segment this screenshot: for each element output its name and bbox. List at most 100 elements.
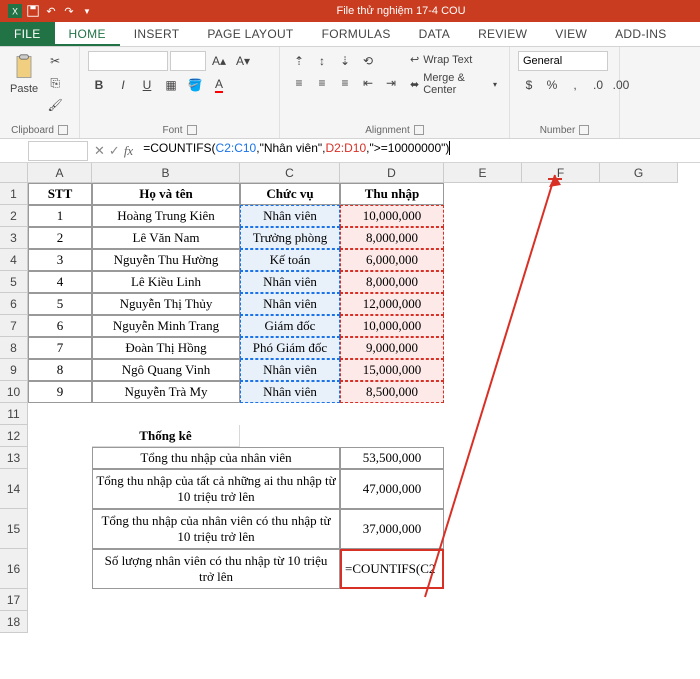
fill-color-icon[interactable]: 🪣: [184, 75, 206, 95]
row-header-2[interactable]: 2: [0, 205, 28, 227]
row-header-11[interactable]: 11: [0, 403, 28, 425]
cell-A5[interactable]: 4: [28, 271, 92, 293]
cell-B16[interactable]: Số lượng nhân viên có thu nhập từ 10 tri…: [92, 549, 340, 589]
font-name-select[interactable]: [88, 51, 168, 71]
tab-add-ins[interactable]: ADD-INS: [601, 22, 680, 46]
row-header-16[interactable]: 16: [0, 549, 28, 589]
tab-formulas[interactable]: FORMULAS: [308, 22, 405, 46]
cell-C2[interactable]: Nhân viên: [240, 205, 340, 227]
align-left-icon[interactable]: ≡: [288, 73, 310, 93]
row-header-9[interactable]: 9: [0, 359, 28, 381]
cell-C5[interactable]: Nhân viên: [240, 271, 340, 293]
decrease-font-icon[interactable]: A▾: [232, 51, 254, 71]
align-bottom-icon[interactable]: ⇣: [334, 51, 356, 71]
row-header-3[interactable]: 3: [0, 227, 28, 249]
col-header-F[interactable]: F: [522, 163, 600, 183]
enter-icon[interactable]: ✓: [109, 143, 120, 159]
font-size-select[interactable]: [170, 51, 206, 71]
align-top-icon[interactable]: ⇡: [288, 51, 310, 71]
formula-input[interactable]: =COUNTIFS(C2:C10,"Nhân viên",D2:D10,">=1…: [139, 141, 700, 161]
cell-D7[interactable]: 10,000,000: [340, 315, 444, 337]
row-header-1[interactable]: 1: [0, 183, 28, 205]
cell-B7[interactable]: Nguyễn Minh Trang: [92, 315, 240, 337]
cell-D4[interactable]: 6,000,000: [340, 249, 444, 271]
cell-D10[interactable]: 8,500,000: [340, 381, 444, 403]
tab-view[interactable]: VIEW: [541, 22, 601, 46]
cell-B14[interactable]: Tổng thu nhập của tất cả những ai thu nh…: [92, 469, 340, 509]
percent-icon[interactable]: %: [541, 75, 563, 95]
increase-font-icon[interactable]: A▴: [208, 51, 230, 71]
copy-icon[interactable]: ⎘: [44, 73, 66, 93]
italic-icon[interactable]: I: [112, 75, 134, 95]
qat-dropdown-icon[interactable]: ▼: [80, 4, 94, 18]
col-header-B[interactable]: B: [92, 163, 240, 183]
cell-B3[interactable]: Lê Văn Nam: [92, 227, 240, 249]
cell-C4[interactable]: Kế toán: [240, 249, 340, 271]
cell-A2[interactable]: 1: [28, 205, 92, 227]
row-header-10[interactable]: 10: [0, 381, 28, 403]
underline-icon[interactable]: U: [136, 75, 158, 95]
name-box[interactable]: [28, 141, 88, 161]
col-header-E[interactable]: E: [444, 163, 522, 183]
cell-B13[interactable]: Tổng thu nhập của nhân viên: [92, 447, 340, 469]
cell-D6[interactable]: 12,000,000: [340, 293, 444, 315]
cell-D5[interactable]: 8,000,000: [340, 271, 444, 293]
cell-A1[interactable]: STT: [28, 183, 92, 205]
row-header-5[interactable]: 5: [0, 271, 28, 293]
cell-A8[interactable]: 7: [28, 337, 92, 359]
cell-A4[interactable]: 3: [28, 249, 92, 271]
cell-B8[interactable]: Đoàn Thị Hồng: [92, 337, 240, 359]
bold-icon[interactable]: B: [88, 75, 110, 95]
wrap-text-button[interactable]: ↩Wrap Text: [406, 51, 501, 68]
cell-D2[interactable]: 10,000,000: [340, 205, 444, 227]
format-painter-icon[interactable]: 🖌: [44, 95, 66, 115]
redo-icon[interactable]: ↷: [62, 4, 76, 18]
cell-A7[interactable]: 6: [28, 315, 92, 337]
row-header-12[interactable]: 12: [0, 425, 28, 447]
cell-A6[interactable]: 5: [28, 293, 92, 315]
alignment-launcher-icon[interactable]: [414, 125, 424, 135]
row-header-8[interactable]: 8: [0, 337, 28, 359]
cell-A10[interactable]: 9: [28, 381, 92, 403]
font-launcher-icon[interactable]: [187, 125, 197, 135]
cell-C9[interactable]: Nhân viên: [240, 359, 340, 381]
tab-review[interactable]: REVIEW: [464, 22, 541, 46]
row-header-18[interactable]: 18: [0, 611, 28, 633]
cell-D15[interactable]: 37,000,000: [340, 509, 444, 549]
cell-D16[interactable]: =COUNTIFS(C2: [340, 549, 444, 589]
spreadsheet-grid[interactable]: ABCDEFG 123456789101112131415161718 STTH…: [0, 163, 700, 679]
col-header-C[interactable]: C: [240, 163, 340, 183]
indent-decrease-icon[interactable]: ⇤: [357, 73, 379, 93]
row-header-14[interactable]: 14: [0, 469, 28, 509]
cell-B9[interactable]: Ngô Quang Vinh: [92, 359, 240, 381]
cell-D9[interactable]: 15,000,000: [340, 359, 444, 381]
comma-icon[interactable]: ,: [564, 75, 586, 95]
cell-B6[interactable]: Nguyễn Thị Thủy: [92, 293, 240, 315]
merge-center-button[interactable]: ⬌Merge & Center▾: [406, 70, 501, 98]
select-all-button[interactable]: [0, 163, 28, 183]
indent-increase-icon[interactable]: ⇥: [380, 73, 402, 93]
row-header-4[interactable]: 4: [0, 249, 28, 271]
cell-D3[interactable]: 8,000,000: [340, 227, 444, 249]
clipboard-launcher-icon[interactable]: [58, 125, 68, 135]
cell-C7[interactable]: Giám đốc: [240, 315, 340, 337]
fx-icon[interactable]: fx: [124, 143, 133, 159]
border-icon[interactable]: ▦: [160, 75, 182, 95]
cell-B2[interactable]: Hoàng Trung Kiên: [92, 205, 240, 227]
cell-B10[interactable]: Nguyễn Trà My: [92, 381, 240, 403]
number-launcher-icon[interactable]: [579, 125, 589, 135]
accounting-icon[interactable]: $: [518, 75, 540, 95]
tab-home[interactable]: HOME: [55, 22, 120, 46]
tab-page-layout[interactable]: PAGE LAYOUT: [193, 22, 307, 46]
align-right-icon[interactable]: ≡: [334, 73, 356, 93]
undo-icon[interactable]: ↶: [44, 4, 58, 18]
cell-B5[interactable]: Lê Kiều Linh: [92, 271, 240, 293]
cell-A9[interactable]: 8: [28, 359, 92, 381]
orientation-icon[interactable]: ⟲: [357, 51, 379, 71]
align-center-icon[interactable]: ≡: [311, 73, 333, 93]
save-icon[interactable]: [26, 4, 40, 18]
cell-B12[interactable]: Thống kê: [92, 425, 240, 447]
cut-icon[interactable]: ✂: [44, 51, 66, 71]
cell-D1[interactable]: Thu nhập: [340, 183, 444, 205]
cancel-icon[interactable]: ✕: [94, 143, 105, 159]
